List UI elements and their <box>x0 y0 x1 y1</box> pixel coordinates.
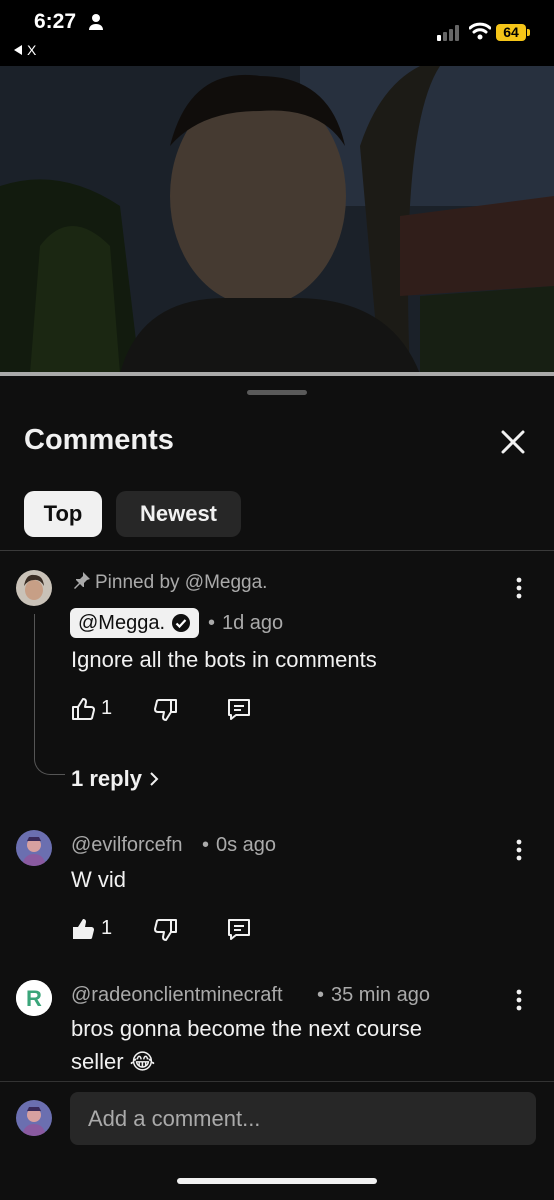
dislike-icon[interactable] <box>153 917 179 943</box>
chevron-right-icon <box>150 772 159 786</box>
comment-time: 1d ago <box>222 612 284 634</box>
status-time: 6:27 <box>34 10 77 33</box>
add-comment-input[interactable] <box>70 1092 536 1145</box>
video-player[interactable] <box>0 66 554 374</box>
like-filled-icon[interactable] <box>70 916 96 942</box>
more-vertical-icon[interactable] <box>509 575 529 601</box>
author-badge[interactable]: @Megga. <box>70 608 200 638</box>
input-divider <box>0 1081 554 1082</box>
more-vertical-icon[interactable] <box>509 837 529 863</box>
pin-icon <box>74 572 90 589</box>
avatar[interactable] <box>16 830 52 866</box>
close-icon[interactable] <box>497 426 529 458</box>
back-to-app-button[interactable]: X <box>14 42 36 58</box>
back-app-label: X <box>27 42 37 58</box>
wifi-icon <box>469 22 491 40</box>
like-count: 1 <box>101 917 113 939</box>
comment-text: Ignore all the bots in comments <box>71 647 377 672</box>
person-icon <box>89 14 103 30</box>
comment-time-sep: • <box>202 834 210 856</box>
video-frame-image <box>0 66 554 374</box>
avatar[interactable]: R <box>16 980 52 1016</box>
comment-text-line-2: seller 😂 <box>71 1049 156 1074</box>
home-indicator[interactable] <box>177 1178 377 1184</box>
divider <box>0 550 554 551</box>
comments-sheet: Comments Top Newest Pinned by @Megga. @M… <box>0 376 554 1200</box>
svg-text:R: R <box>26 986 42 1011</box>
replies-label: 1 reply <box>71 766 142 791</box>
cellular-signal-icon <box>437 25 459 41</box>
dislike-icon[interactable] <box>153 697 179 723</box>
sheet-drag-handle[interactable] <box>247 390 307 395</box>
comment-author: @Megga. <box>78 612 166 634</box>
current-user-avatar <box>16 1100 52 1136</box>
comment-time-sep: • <box>317 984 325 1006</box>
comment-text-line-1: bros gonna become the next course <box>71 1016 423 1041</box>
verified-check-icon <box>172 614 191 632</box>
tab-top[interactable]: Top <box>24 491 102 537</box>
more-vertical-icon[interactable] <box>509 987 529 1013</box>
sheet-title: Comments <box>24 424 174 456</box>
battery-indicator: 64 <box>496 24 530 41</box>
thread-line <box>34 614 65 775</box>
add-comment-field[interactable] <box>70 1092 536 1145</box>
like-icon[interactable] <box>70 696 96 722</box>
reply-icon[interactable] <box>226 917 252 943</box>
view-replies-button[interactable]: 1 reply <box>71 766 160 792</box>
comment-author[interactable]: @evilforcefn <box>71 834 182 857</box>
back-triangle-icon <box>14 45 22 55</box>
comment-author[interactable]: @radeonclientminecraft <box>71 984 283 1007</box>
comment-time: 35 min ago <box>331 984 430 1006</box>
avatar[interactable] <box>16 570 52 606</box>
status-bar: 6:27 X 64 <box>0 0 554 66</box>
comment-time: 0s ago <box>216 834 277 856</box>
comment-text: W vid <box>71 867 126 892</box>
comment-time-sep: • <box>208 612 216 634</box>
reply-icon[interactable] <box>226 697 252 723</box>
pinned-label: Pinned by @Megga. <box>95 572 268 593</box>
like-count: 1 <box>101 697 113 719</box>
tab-newest[interactable]: Newest <box>116 491 241 537</box>
